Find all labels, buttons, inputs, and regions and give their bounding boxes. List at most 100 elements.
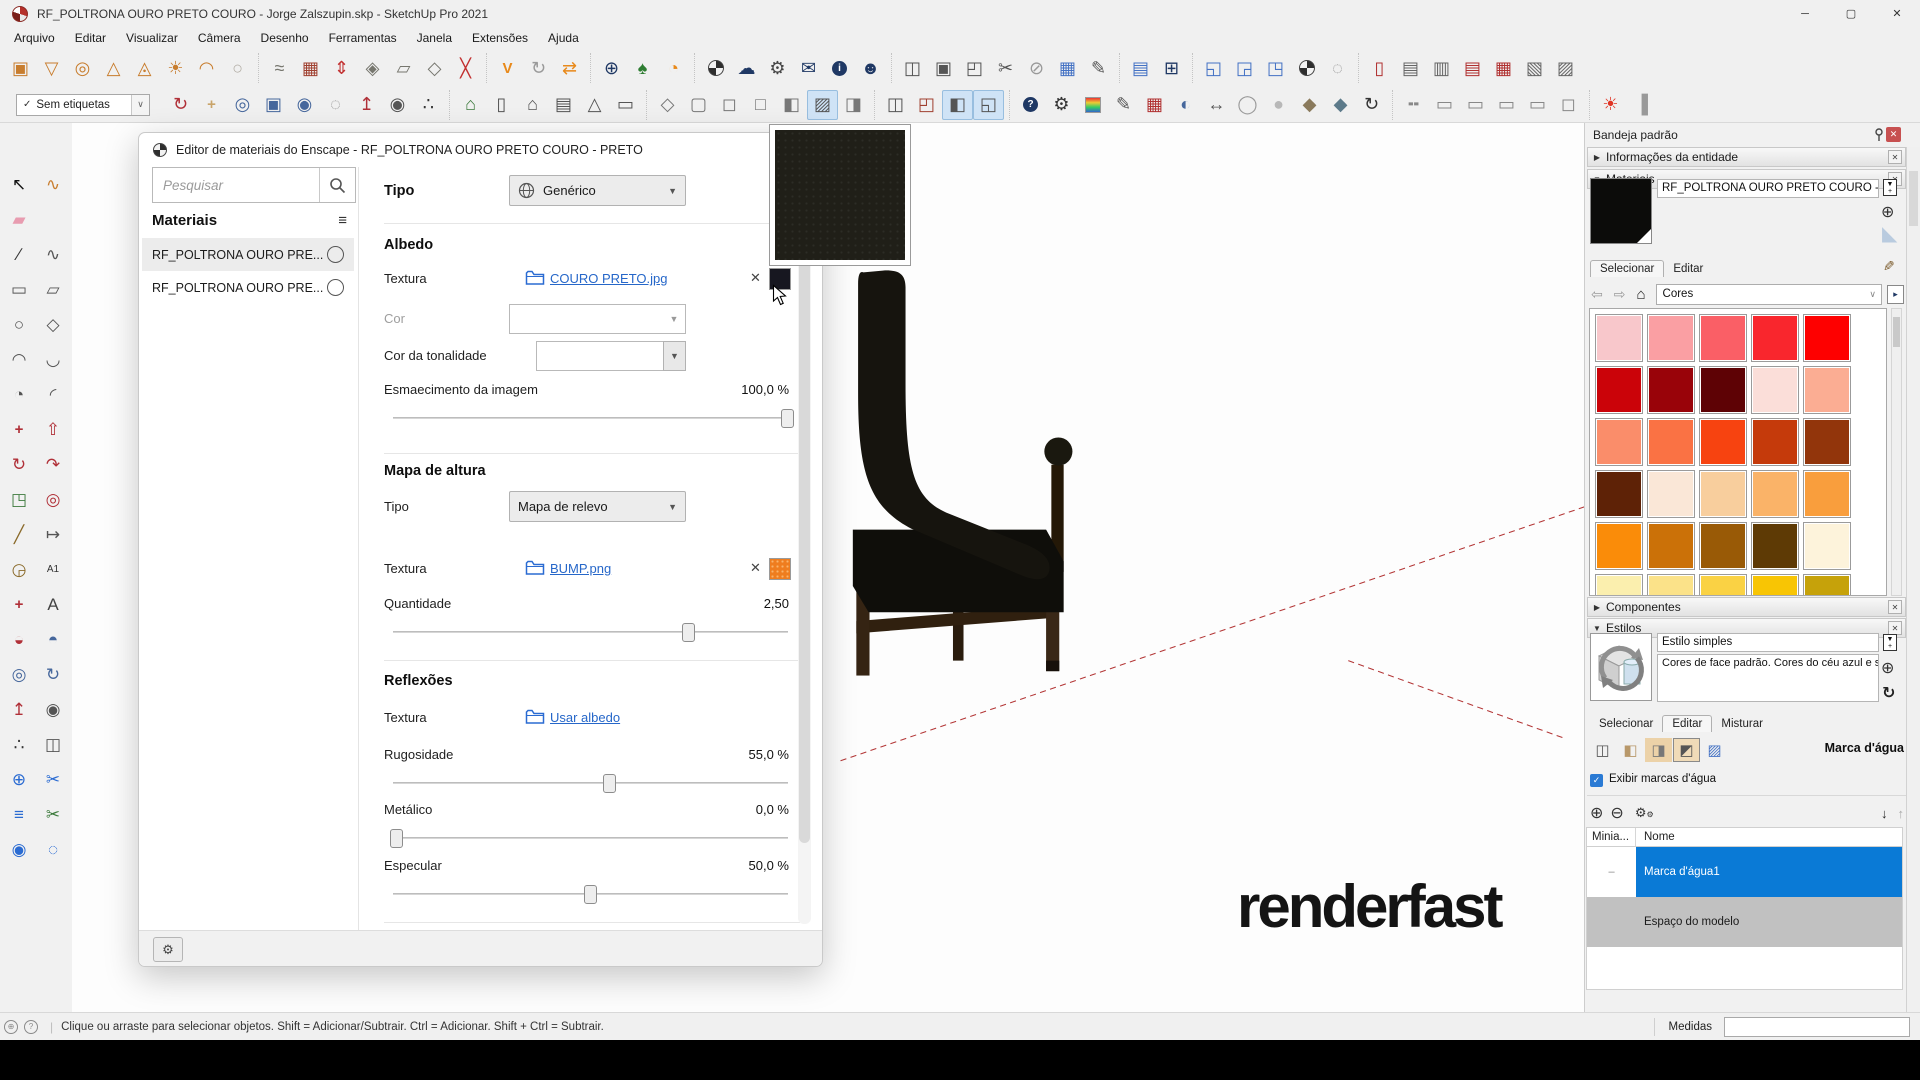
color-swatch[interactable]: [1803, 470, 1851, 518]
protractor-tool-icon[interactable]: ◶: [2, 552, 36, 587]
reload-icon[interactable]: ↻: [1356, 90, 1387, 120]
tags-dropdown[interactable]: ✓ Sem etiquetas ∨: [16, 94, 150, 116]
instructor-icon[interactable]: ?: [1015, 90, 1046, 120]
edge-settings-icon[interactable]: ◫: [1589, 738, 1616, 762]
color-swatch[interactable]: [1647, 366, 1695, 414]
vray-icon[interactable]: V: [492, 53, 523, 83]
back-arrow-icon[interactable]: ⇦: [1591, 286, 1603, 303]
textured-style-icon[interactable]: ▨: [807, 90, 838, 120]
refresh-sync-icon[interactable]: ↻: [523, 53, 554, 83]
color-swatch[interactable]: [1647, 522, 1695, 570]
roughness-slider[interactable]: [393, 773, 788, 793]
partial-icon[interactable]: ▐: [1626, 90, 1657, 120]
color-swatch[interactable]: [1699, 418, 1747, 466]
menu-visualizar[interactable]: Visualizar: [116, 28, 188, 48]
bump-texture-thumbnail[interactable]: [769, 558, 791, 580]
window-maximize-button[interactable]: ▢: [1828, 0, 1874, 27]
tint-combo-button[interactable]: ▼: [663, 341, 686, 371]
cube-view-3-icon[interactable]: ◳: [1260, 53, 1291, 83]
section-cuts-toggle-icon[interactable]: ◰: [911, 90, 942, 120]
color-swatch[interactable]: [1751, 366, 1799, 414]
menu-arquivo[interactable]: Arquivo: [4, 28, 65, 48]
color-swatch[interactable]: [1595, 314, 1643, 362]
menu-desenho[interactable]: Desenho: [251, 28, 319, 48]
home-view-icon[interactable]: ⌂: [517, 90, 548, 120]
front-view-icon[interactable]: △: [579, 90, 610, 120]
albedo-texture-link[interactable]: COURO PRETO.jpg: [550, 271, 668, 286]
wireframe-style-icon[interactable]: ◻: [714, 90, 745, 120]
color-combo[interactable]: ▼: [509, 304, 686, 334]
line-tool-icon[interactable]: ∕: [2, 237, 36, 272]
color-swatch[interactable]: [1751, 418, 1799, 466]
tape-measure-tool-icon[interactable]: ╱: [2, 517, 36, 552]
hatch-doc-icon[interactable]: ▨: [1550, 53, 1581, 83]
menu-camera[interactable]: Câmera: [188, 28, 251, 48]
bump-texture-link[interactable]: BUMP.png: [550, 561, 611, 576]
table-doc-icon[interactable]: ▦: [1488, 53, 1519, 83]
color-swatch[interactable]: [1751, 314, 1799, 362]
report-doc-icon[interactable]: ▤: [1395, 53, 1426, 83]
level-ruler-icon[interactable]: ↔: [1201, 90, 1232, 120]
arc-tool-icon[interactable]: ◠: [2, 342, 36, 377]
position-camera-tool-icon[interactable]: ↥: [2, 692, 36, 727]
armchair-model[interactable]: [853, 270, 1073, 675]
show-watermarks-checkbox[interactable]: ✓: [1590, 774, 1603, 787]
replace-material-icon[interactable]: ▦: [1139, 90, 1170, 120]
rear-view-icon[interactable]: ▭: [610, 90, 641, 120]
orbit-tool-icon[interactable]: ↻: [36, 657, 70, 692]
select-tool-icon[interactable]: ↖: [2, 167, 36, 202]
help-icon[interactable]: ?: [24, 1020, 38, 1034]
active-material-thumbnail[interactable]: [1590, 178, 1652, 244]
color-swatch[interactable]: [1595, 418, 1643, 466]
photo-texture-icon[interactable]: ▤: [1125, 53, 1156, 83]
export-doc-icon[interactable]: ▤: [1457, 53, 1488, 83]
cube-view-2-icon[interactable]: ◲: [1229, 53, 1260, 83]
section-plane-tool-icon[interactable]: ◫: [36, 727, 70, 762]
account-person-icon[interactable]: ☻: [855, 53, 886, 83]
zoom-icon[interactable]: ◎: [227, 90, 258, 120]
close-section-button[interactable]: ✕: [1888, 621, 1902, 635]
tray-scrollbar[interactable]: [1906, 147, 1920, 1012]
cone-tool-icon[interactable]: △: [98, 53, 129, 83]
pan-icon[interactable]: +: [196, 90, 227, 120]
menu-ferramentas[interactable]: Ferramentas: [319, 28, 407, 48]
enscape-render-icon[interactable]: ☀: [1595, 90, 1626, 120]
look-around-icon[interactable]: ◉: [382, 90, 413, 120]
add-location-icon[interactable]: ⊕: [596, 53, 627, 83]
active-style-thumbnail[interactable]: [1590, 633, 1652, 701]
color-swatch[interactable]: [1803, 418, 1851, 466]
torus-tool-icon[interactable]: ◎: [67, 53, 98, 83]
enscape-materials-icon[interactable]: [700, 53, 731, 83]
three-point-arc-tool-icon[interactable]: ◜: [36, 377, 70, 412]
tray-titlebar[interactable]: Bandeja padrão: [1585, 123, 1906, 147]
pin-icon[interactable]: [1874, 128, 1884, 142]
cube-view-1-icon[interactable]: ◱: [1198, 53, 1229, 83]
measurements-input[interactable]: [1724, 1017, 1910, 1037]
watermark-row[interactable]: Espaço do modelo: [1587, 897, 1902, 947]
material-list-item[interactable]: RF_POLTRONA OURO PRE...: [142, 238, 354, 271]
back-edges-view-icon[interactable]: ▯: [486, 90, 517, 120]
search-input[interactable]: [153, 178, 319, 193]
clipboard-pin-icon[interactable]: ▯: [1364, 53, 1395, 83]
chevron-down-icon[interactable]: ∨: [131, 95, 149, 115]
color-swatch[interactable]: [1803, 366, 1851, 414]
color-swatch[interactable]: [1699, 522, 1747, 570]
rectangle-tool-icon[interactable]: ▭: [2, 272, 36, 307]
eyedropper-icon[interactable]: ✎: [1883, 258, 1895, 275]
add-watermark-button[interactable]: ⊕: [1590, 803, 1603, 823]
swatch-scrollbar[interactable]: [1891, 308, 1902, 596]
freehand-tool-icon[interactable]: ∿: [36, 237, 70, 272]
close-section-button[interactable]: ✕: [1888, 600, 1902, 614]
lock-icon[interactable]: ◻: [1553, 90, 1584, 120]
color-swatch[interactable]: [1803, 574, 1851, 596]
watermark-row[interactable]: –Marca d'água1: [1587, 847, 1902, 897]
rotate-tool-icon[interactable]: ↻: [2, 447, 36, 482]
folder-icon[interactable]: [525, 559, 545, 576]
sun-tool-icon[interactable]: ☀: [160, 53, 191, 83]
swap-sync-icon[interactable]: ⇄: [554, 53, 585, 83]
secondary-pane-icon[interactable]: ▼+: [1883, 179, 1897, 196]
slider-handle[interactable]: [603, 774, 616, 793]
axes-cut-icon[interactable]: ✂: [990, 53, 1021, 83]
scrollbar-thumb[interactable]: [799, 231, 810, 843]
slider-handle[interactable]: [584, 885, 597, 904]
